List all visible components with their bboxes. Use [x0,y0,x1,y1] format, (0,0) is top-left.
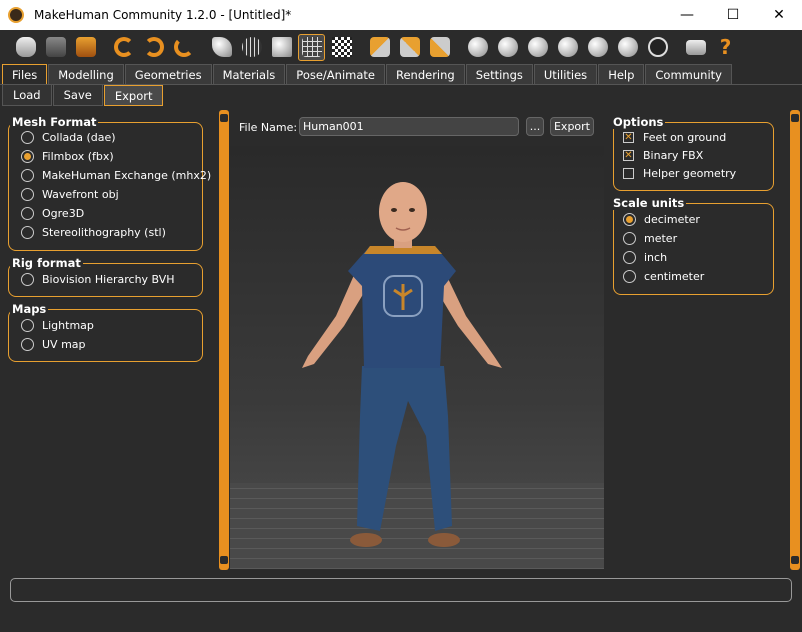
mesh-option-filmbox[interactable]: Filmbox (fbx) [21,150,114,163]
pose-icon[interactable] [268,34,295,61]
mesh-option-stl[interactable]: Stereolithography (stl) [21,226,166,239]
tab-rendering[interactable]: Rendering [385,64,465,84]
wireframe-icon[interactable] [238,34,265,61]
maps-group [8,309,203,362]
checkbox-checked-icon[interactable]: ✕ [623,150,634,161]
side2-icon[interactable] [554,34,581,61]
options-title: Options [611,115,666,129]
smooth-icon[interactable] [208,34,235,61]
tab-export[interactable]: Export [103,85,164,106]
map-option-lightmap[interactable]: Lightmap [21,319,94,332]
rig-format-title: Rig format [10,256,83,270]
mesh-format-title: Mesh Format [10,115,99,129]
tab-files[interactable]: Files [2,64,48,85]
radio-icon[interactable] [21,169,34,182]
file-name-input[interactable] [299,117,519,136]
tab-save[interactable]: Save [52,85,103,106]
mesh-option-mhx2[interactable]: MakeHuman Exchange (mhx2) [21,169,211,182]
undo-icon[interactable] [110,34,137,61]
radio-icon[interactable] [21,131,34,144]
radio-icon[interactable] [21,188,34,201]
left-view-icon[interactable] [396,34,423,61]
tab-help[interactable]: Help [598,64,645,84]
progress-bar [10,578,792,602]
face-icon[interactable] [464,34,491,61]
viewport-scrollbar[interactable] [790,110,800,570]
tab-geometries[interactable]: Geometries [124,64,212,84]
scale-units-title: Scale units [611,196,687,210]
checkbox-icon[interactable] [623,168,634,179]
mesh-option-ogre3d[interactable]: Ogre3D [21,207,84,220]
rig-option-bvh[interactable]: Biovision Hierarchy BVH [21,273,175,286]
app-logo-icon [8,7,24,23]
radio-icon[interactable] [623,251,636,264]
redo-icon[interactable] [140,34,167,61]
side-icon[interactable] [524,34,551,61]
close-button[interactable]: ✕ [756,0,802,30]
back-icon[interactable] [494,34,521,61]
sub-tab-bar: Load Save Export [0,84,802,106]
circle-icon[interactable] [644,34,671,61]
3d-viewport[interactable] [230,146,604,569]
mesh-option-collada[interactable]: Collada (dae) [21,131,116,144]
browse-button[interactable]: ... [526,117,544,136]
camera-icon[interactable] [682,34,709,61]
human-model [302,182,502,547]
unit-option-centimeter[interactable]: centimeter [623,270,704,283]
title-bar: MakeHuman Community 1.2.0 - [Untitled]* … [0,0,802,30]
new-icon[interactable] [12,34,39,61]
minimize-button[interactable]: — [664,0,710,30]
tab-settings[interactable]: Settings [465,64,533,84]
grid-icon[interactable] [298,33,325,61]
top-icon[interactable] [584,34,611,61]
unit-option-decimeter[interactable]: decimeter [623,213,700,226]
window-controls: — ☐ ✕ [664,0,802,30]
right-view-icon[interactable] [426,34,453,61]
tab-community[interactable]: Community [645,64,732,84]
reset-icon[interactable] [170,34,197,61]
export-button[interactable]: Export [550,117,594,136]
radio-icon[interactable] [623,270,636,283]
radio-icon[interactable] [21,338,34,351]
tab-utilities[interactable]: Utilities [533,64,598,84]
unit-option-inch[interactable]: inch [623,251,667,264]
unit-option-meter[interactable]: meter [623,232,677,245]
save-icon[interactable] [42,34,69,61]
option-feet-on-ground[interactable]: ✕ Feet on ground [623,131,726,144]
help-icon[interactable]: ? [712,34,739,61]
radio-icon[interactable] [21,226,34,239]
tab-pose-animate[interactable]: Pose/Animate [286,64,385,84]
front-view-icon[interactable] [366,34,393,61]
toolbar: ? [0,30,802,64]
radio-icon[interactable] [21,273,34,286]
checkbox-checked-icon[interactable]: ✕ [623,132,634,143]
radio-icon[interactable] [21,319,34,332]
map-option-uv[interactable]: UV map [21,338,86,351]
file-name-label: File Name: [239,121,298,134]
maps-title: Maps [10,302,49,316]
maximize-button[interactable]: ☐ [710,0,756,30]
tab-modelling[interactable]: Modelling [48,64,124,84]
radio-icon[interactable] [623,232,636,245]
export-icon[interactable] [72,34,99,61]
left-panel-scrollbar[interactable] [219,110,229,570]
option-helper-geometry[interactable]: Helper geometry [623,167,736,180]
window-title: MakeHuman Community 1.2.0 - [Untitled]* [34,8,292,22]
main-tab-bar: Files Modelling Geometries Materials Pos… [0,64,802,85]
bottom-icon[interactable] [614,34,641,61]
checker-icon[interactable] [328,34,355,61]
tab-load[interactable]: Load [2,85,52,106]
radio-icon[interactable] [21,207,34,220]
option-binary-fbx[interactable]: ✕ Binary FBX [623,149,703,162]
radio-selected-icon[interactable] [623,213,636,226]
tab-materials[interactable]: Materials [212,64,286,84]
radio-selected-icon[interactable] [21,150,34,163]
mesh-option-obj[interactable]: Wavefront obj [21,188,119,201]
